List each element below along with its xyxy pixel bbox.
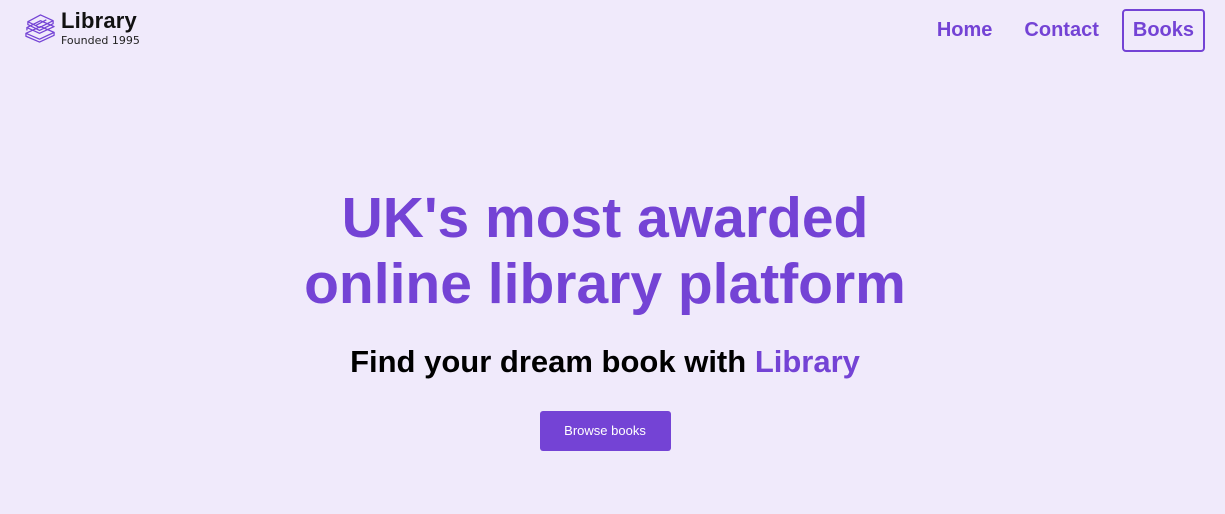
brand-subtitle: Founded 1995 [61,34,140,47]
nav-link-books[interactable]: Books [1121,9,1205,52]
hero-section: UK's most awarded online library platfor… [0,185,1210,451]
stacked-books-icon [25,13,55,43]
hero-subtitle-prefix: Find your dream book with [350,344,755,379]
main-nav: Home Contact Books [921,9,1205,52]
brand-text: Library Founded 1995 [61,8,140,47]
nav-link-contact[interactable]: Contact [1008,9,1114,52]
navbar: Library Founded 1995 Home Contact Books [0,0,1225,62]
hero-subtitle-accent: Library [754,344,860,379]
brand-logo-link[interactable]: Library Founded 1995 [24,10,140,46]
brand-title: Library [61,8,137,33]
browse-books-button[interactable]: Browse books [539,411,671,451]
nav-link-home[interactable]: Home [921,9,1009,52]
hero-subtitle: Find your dream book with Library [0,342,1210,382]
hero-title: UK's most awarded online library platfor… [304,186,906,316]
